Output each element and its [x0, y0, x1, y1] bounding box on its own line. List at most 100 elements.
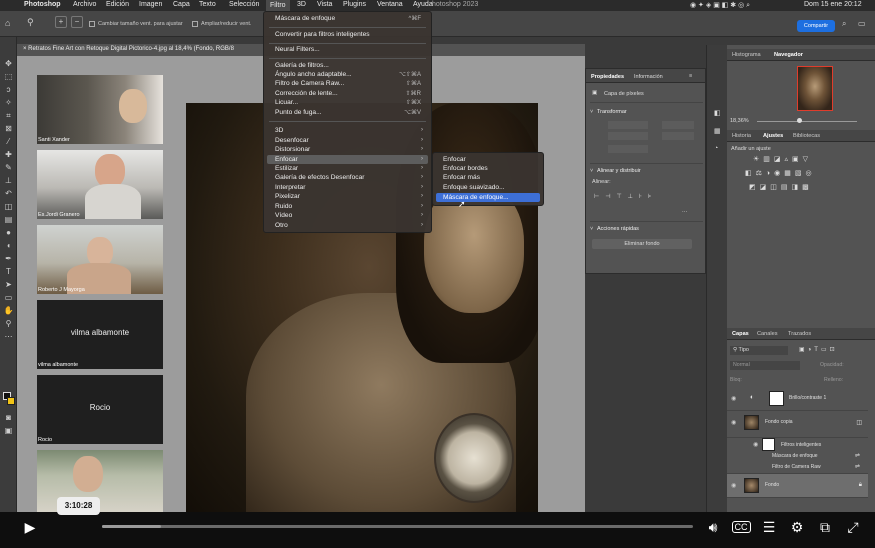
- tab-trazados[interactable]: Trazados: [788, 331, 811, 337]
- captions-icon[interactable]: CC: [730, 516, 752, 538]
- menu-seleccion[interactable]: Selección: [229, 1, 259, 8]
- settings-gear-icon[interactable]: ⚙: [786, 516, 808, 538]
- video-tile[interactable]: Santi Xander: [37, 75, 163, 144]
- panel-icon-3[interactable]: ◔: [714, 145, 718, 152]
- menu-texto[interactable]: Texto: [199, 1, 216, 8]
- video-tile[interactable]: Rocio Rocio: [37, 375, 163, 444]
- submenu-item-sharpen[interactable]: Enfocar: [443, 156, 466, 163]
- fullscreen-icon[interactable]: ⤢: [842, 516, 864, 538]
- zoom-in-icon[interactable]: +: [55, 16, 67, 28]
- brush-tool-icon[interactable]: ✎: [3, 163, 14, 172]
- menu-item-pixelate[interactable]: Pixelizar: [275, 193, 300, 200]
- tab-capas[interactable]: Capas: [732, 331, 749, 337]
- menu-imagen[interactable]: Imagen: [139, 1, 162, 8]
- type-tool-icon[interactable]: T: [3, 267, 14, 276]
- tab-bibliotecas[interactable]: Bibliotecas: [793, 133, 820, 139]
- path-select-icon[interactable]: ➤: [3, 280, 14, 289]
- menu-item-filter-gallery[interactable]: Galería de filtros...: [275, 62, 329, 69]
- gradient-tool-icon[interactable]: ▤: [3, 215, 14, 224]
- menu-archivo[interactable]: Archivo: [73, 1, 96, 8]
- zoom-all-checkbox[interactable]: [192, 21, 198, 27]
- remove-background-button[interactable]: Eliminar fondo: [592, 239, 692, 249]
- chevron-down-icon[interactable]: ˅: [590, 168, 593, 174]
- adjustment-icons-row2[interactable]: ◧⚖◑◉▦▧◎: [745, 169, 816, 177]
- play-icon[interactable]: ▶: [19, 516, 41, 538]
- menu-item-last-filter[interactable]: Máscara de enfoque: [275, 15, 335, 22]
- menu-item-sharpen[interactable]: Enfocar: [275, 156, 298, 163]
- video-tile[interactable]: Es.Jordi Granero: [37, 150, 163, 219]
- shape-tool-icon[interactable]: ▭: [3, 293, 14, 302]
- menu-capa[interactable]: Capa: [173, 1, 190, 8]
- magic-wand-tool-icon[interactable]: ✧: [3, 98, 14, 107]
- menu-item-3d[interactable]: 3D: [275, 127, 283, 134]
- menu-vista[interactable]: Vista: [317, 1, 332, 8]
- menu-item-other[interactable]: Otro: [275, 222, 288, 229]
- blur-tool-icon[interactable]: ●: [3, 228, 14, 237]
- align-icons[interactable]: ⊢⊣⊤⊥⊦⊧: [594, 193, 657, 200]
- pen-tool-icon[interactable]: ✒: [3, 254, 14, 263]
- menu-app[interactable]: Photoshop: [24, 1, 61, 8]
- menu-plugins[interactable]: Plugins: [343, 1, 366, 8]
- zoom-slider-thumb[interactable]: [797, 118, 802, 123]
- search-icon[interactable]: ⌕: [842, 19, 846, 29]
- video-tile[interactable]: Roberto J Mayorga: [37, 225, 163, 294]
- layer-row-selected[interactable]: ◉ Fondo 🔒︎: [727, 474, 868, 498]
- submenu-item-unsharp-mask[interactable]: Máscara de enfoque...: [443, 194, 509, 201]
- dodge-tool-icon[interactable]: ◖: [3, 241, 14, 250]
- visibility-eye-icon[interactable]: ◉: [731, 419, 736, 426]
- history-brush-icon[interactable]: ↶: [3, 189, 14, 198]
- filter-options-icon[interactable]: ⇌: [855, 463, 860, 470]
- chevron-down-icon[interactable]: ˅: [590, 109, 593, 115]
- resize-window-checkbox[interactable]: [89, 21, 95, 27]
- menu-item-convert-smart[interactable]: Convertir para filtros inteligentes: [275, 31, 370, 38]
- hand-tool-icon[interactable]: ✋: [3, 306, 14, 315]
- move-tool-icon[interactable]: ✥: [3, 59, 14, 68]
- filter-row[interactable]: Filtro de Camera Raw ⇌: [727, 462, 868, 474]
- more-options-icon[interactable]: ⋯: [682, 209, 688, 215]
- menu-edicion[interactable]: Edición: [106, 1, 129, 8]
- panel-icon-1[interactable]: ◧: [714, 109, 721, 117]
- adjustment-icons-row1[interactable]: ☀▥◪▵▣▽: [753, 155, 812, 163]
- share-button[interactable]: Compartir: [797, 20, 835, 32]
- home-icon[interactable]: ⌂: [5, 18, 10, 28]
- adjustment-icons-row3[interactable]: ◩◪◫▤◨▩: [749, 183, 813, 191]
- navigator-thumbnail[interactable]: [797, 66, 833, 111]
- menu-item-noise[interactable]: Ruido: [275, 203, 292, 210]
- marquee-tool-icon[interactable]: ⬚: [3, 72, 14, 81]
- menu-item-video[interactable]: Vídeo: [275, 212, 292, 219]
- menu-item-stylize[interactable]: Estilizar: [275, 165, 298, 172]
- more-tools-icon[interactable]: ⋯: [3, 332, 14, 341]
- background-color-swatch[interactable]: [7, 397, 15, 405]
- tab-ajustes[interactable]: Ajustes: [763, 133, 783, 139]
- menu-item-vanishing-point[interactable]: Punto de fuga...: [275, 109, 322, 116]
- menu-filtro[interactable]: Filtro: [266, 0, 290, 11]
- menu-item-adaptive-wide[interactable]: Ángulo ancho adaptable...: [275, 71, 352, 78]
- submenu-item-smart-sharpen[interactable]: Enfoque suavizado...: [443, 184, 505, 191]
- tab-informacion[interactable]: Información: [634, 74, 663, 80]
- visibility-eye-icon[interactable]: ◉: [731, 395, 736, 402]
- tab-histograma[interactable]: Histograma: [732, 52, 761, 58]
- align-section[interactable]: Alinear y distribuir: [597, 168, 641, 174]
- progress-track[interactable]: [102, 525, 693, 528]
- volume-icon[interactable]: 🔊︎: [702, 516, 724, 538]
- zoom-slider[interactable]: [757, 121, 857, 122]
- tab-canales[interactable]: Canales: [757, 331, 778, 337]
- visibility-eye-icon[interactable]: ◉: [731, 482, 736, 489]
- lasso-tool-icon[interactable]: ↄ: [3, 85, 14, 94]
- menu-item-camera-raw[interactable]: Filtro de Camera Raw...: [275, 80, 344, 87]
- tab-navegador[interactable]: Navegador: [774, 52, 803, 58]
- menu-item-render[interactable]: Interpretar: [275, 184, 305, 191]
- zoom-level[interactable]: 18,36%: [730, 118, 749, 124]
- menu-item-blur[interactable]: Desenfocar: [275, 137, 309, 144]
- panel-menu-icon[interactable]: ≡: [689, 73, 692, 79]
- eraser-tool-icon[interactable]: ◫: [3, 202, 14, 211]
- stamp-tool-icon[interactable]: ⊥: [3, 176, 14, 185]
- video-tile[interactable]: [37, 450, 163, 513]
- healing-tool-icon[interactable]: ✚: [3, 150, 14, 159]
- blend-mode-select[interactable]: Normal: [730, 361, 800, 370]
- menu-3d[interactable]: 3D: [297, 1, 306, 8]
- menu-item-blur-gallery[interactable]: Galería de efectos Desenfocar: [275, 174, 364, 181]
- panel-icon-2[interactable]: ▦: [714, 127, 721, 135]
- submenu-item-sharpen-more[interactable]: Enfocar más: [443, 174, 480, 181]
- angle-field[interactable]: [608, 145, 648, 153]
